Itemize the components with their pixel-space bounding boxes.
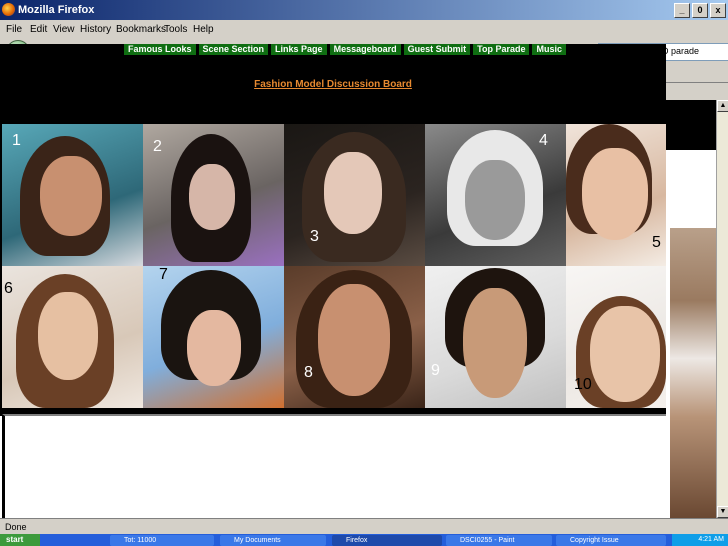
- bookmarks-toolbar: [664, 84, 728, 101]
- page-lower-area: [2, 414, 666, 518]
- system-tray-clock: 4:21 AM: [672, 534, 728, 546]
- window-titlebar: Mozilla Firefox _ 0 x: [0, 0, 728, 20]
- photo-number: 4: [539, 132, 548, 149]
- scroll-down-icon[interactable]: ▼: [717, 506, 728, 518]
- photo-number: 7: [159, 266, 168, 283]
- nav-link[interactable]: Links Page: [271, 44, 327, 55]
- taskbar-item[interactable]: Firefox: [332, 535, 442, 546]
- photo-number: 8: [304, 364, 313, 381]
- site-nav: Famous Looks Scene Section Links Page Me…: [124, 44, 566, 55]
- discussion-board-link[interactable]: Fashion Model Discussion Board: [0, 79, 666, 90]
- photo-5[interactable]: 5: [566, 124, 666, 266]
- window-title: Mozilla Firefox: [18, 4, 95, 16]
- vertical-scrollbar[interactable]: ▲ ▼: [716, 100, 728, 518]
- taskbar-item[interactable]: DSCI0255 - Paint: [446, 535, 552, 546]
- address-text: D parade: [661, 46, 699, 56]
- photo-overlay: Famous Looks Scene Section Links Page Me…: [0, 44, 666, 416]
- background-photo-strip: [670, 228, 716, 518]
- close-button[interactable]: x: [710, 3, 726, 18]
- photo-number: 2: [153, 138, 162, 155]
- nav-link[interactable]: Messageboard: [329, 44, 401, 55]
- nav-link[interactable]: Scene Section: [198, 44, 269, 55]
- taskbar-item[interactable]: Copyright Issue: [556, 535, 666, 546]
- windows-taskbar: start Tot: 11000 My Documents Firefox DS…: [0, 534, 728, 546]
- menu-history[interactable]: History: [80, 24, 111, 35]
- photo-number: 5: [652, 234, 661, 251]
- photo-2[interactable]: 2: [143, 124, 284, 266]
- menu-file[interactable]: File: [6, 24, 22, 35]
- taskbar-item[interactable]: Tot: 11000: [110, 535, 214, 546]
- nav-link[interactable]: Top Parade: [473, 44, 530, 55]
- photo-6[interactable]: 6: [2, 266, 143, 408]
- photo-number: 1: [12, 132, 21, 149]
- photo-number: 3: [310, 228, 319, 245]
- photo-7[interactable]: 7: [143, 266, 284, 408]
- nav-link[interactable]: Famous Looks: [124, 44, 196, 55]
- photo-grid: 1 2 3 4 5 6 7 8 9 10: [2, 124, 666, 412]
- photo-4[interactable]: 4: [425, 124, 566, 266]
- page-dark-strip: [664, 100, 716, 150]
- status-bar: Done: [0, 518, 728, 535]
- nav-link[interactable]: Music: [532, 44, 566, 55]
- menu-bar: File Edit View History Bookmarks Tools H…: [0, 20, 728, 38]
- minimize-button[interactable]: _: [674, 3, 690, 18]
- menu-tools[interactable]: Tools: [164, 24, 187, 35]
- nav-link[interactable]: Guest Submit: [403, 44, 471, 55]
- photo-1[interactable]: 1: [2, 124, 143, 266]
- scroll-up-icon[interactable]: ▲: [717, 100, 728, 112]
- restore-button[interactable]: 0: [692, 3, 708, 18]
- status-text: Done: [5, 522, 27, 532]
- menu-bookmarks[interactable]: Bookmarks: [116, 24, 166, 35]
- firefox-icon: [2, 3, 15, 16]
- menu-help[interactable]: Help: [193, 24, 214, 35]
- photo-8[interactable]: 8: [284, 266, 425, 408]
- menu-edit[interactable]: Edit: [30, 24, 47, 35]
- photo-3[interactable]: 3: [284, 124, 425, 266]
- start-button[interactable]: start: [0, 534, 40, 546]
- taskbar-item[interactable]: My Documents: [220, 535, 326, 546]
- photo-number: 10: [574, 376, 592, 393]
- menu-view[interactable]: View: [53, 24, 75, 35]
- photo-number: 6: [4, 280, 13, 297]
- photo-9[interactable]: 9: [425, 266, 566, 408]
- photo-number: 9: [431, 362, 440, 379]
- photo-10[interactable]: 10: [566, 266, 666, 408]
